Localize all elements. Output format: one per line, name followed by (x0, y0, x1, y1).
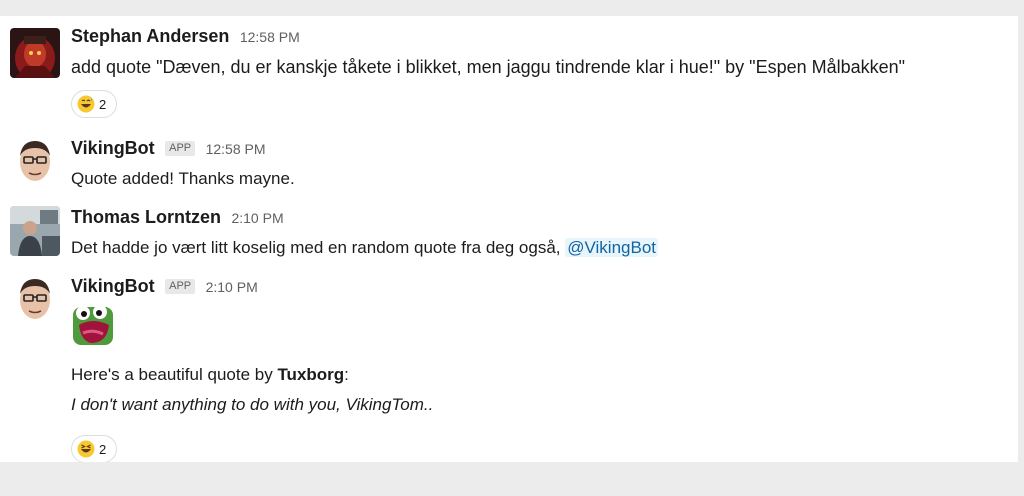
avatar[interactable] (10, 136, 60, 186)
user-mention[interactable]: @VikingBot (565, 238, 659, 257)
message-text: Here's a beautiful quote by Tuxborg: (71, 363, 349, 387)
quote-author: Tuxborg (277, 365, 345, 384)
message-text-body: Det hadde jo vært litt koselig med en ra… (71, 238, 566, 257)
message-stephan-andersen[interactable]: Stephan Andersen 12:58 PM add quote "Dæv… (0, 24, 1018, 128)
timestamp[interactable]: 2:10 PM (206, 279, 258, 295)
laughing-emoji-icon (77, 440, 95, 458)
avatar-vikingbot-face-icon (10, 136, 60, 186)
timestamp[interactable]: 12:58 PM (206, 141, 266, 157)
reaction-button[interactable]: 2 (71, 435, 117, 462)
quote-intro-suffix: : (344, 365, 349, 384)
app-badge: APP (165, 141, 196, 156)
message-list: Stephan Andersen 12:58 PM add quote "Dæv… (0, 16, 1018, 462)
grinning-sweat-emoji-icon (77, 95, 95, 113)
avatar-vikingbot-face-icon (10, 274, 60, 324)
author-name[interactable]: Stephan Andersen (71, 26, 229, 46)
avatar[interactable] (10, 274, 60, 324)
app-badge: APP (165, 279, 196, 294)
author-name[interactable]: VikingBot (71, 138, 155, 158)
avatar-person-at-desk-icon (10, 206, 60, 256)
message-thomas-lorntzen[interactable]: Thomas Lorntzen 2:10 PM Det hadde jo vær… (0, 205, 1018, 265)
reaction-button[interactable]: 2 (71, 90, 117, 118)
timestamp[interactable]: 2:10 PM (231, 210, 283, 226)
avatar-red-warrior-icon (10, 28, 60, 78)
reaction-count: 2 (99, 96, 107, 112)
reaction-count: 2 (99, 441, 107, 457)
quote-text: I don't want anything to do with you, Vi… (71, 395, 434, 414)
message-text: Det hadde jo vært litt koselig med en ra… (71, 236, 1018, 260)
message-text: add quote "Dæven, du er kanskje tåkete i… (71, 57, 906, 77)
quote-intro: Here's a beautiful quote by (71, 365, 278, 384)
message-vikingbot-2[interactable]: VikingBot APP 2:10 PM Here's a beautiful… (0, 274, 1018, 462)
author-name[interactable]: Thomas Lorntzen (71, 207, 221, 227)
avatar[interactable] (10, 28, 60, 78)
avatar[interactable] (10, 206, 60, 256)
author-name[interactable]: VikingBot (71, 276, 155, 296)
message-text: Quote added! Thanks mayne. (71, 169, 295, 188)
pepe-shouting-emoji-icon (73, 305, 113, 345)
message-vikingbot-1[interactable]: VikingBot APP 12:58 PM Quote added! Than… (0, 136, 1018, 206)
timestamp[interactable]: 12:58 PM (240, 29, 300, 45)
